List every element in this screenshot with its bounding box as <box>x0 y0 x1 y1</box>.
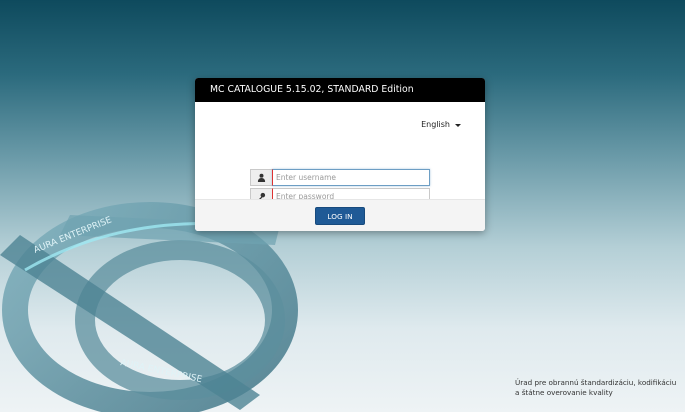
dialog-title: MC CATALOGUE 5.15.02, STANDARD Edition <box>195 78 485 102</box>
dialog-body: English <box>195 102 485 205</box>
caret-down-icon <box>455 123 461 127</box>
organization-line-2: a štátne overovanie kvality <box>515 388 613 397</box>
language-label: English <box>421 120 450 129</box>
dialog-footer: LOG IN <box>195 199 485 231</box>
organization-line-1: Úrad pre obrannú štandardizáciu, kodifik… <box>515 378 677 387</box>
username-input[interactable] <box>272 169 430 186</box>
language-selector[interactable]: English <box>421 120 461 129</box>
login-button[interactable]: LOG IN <box>315 207 365 225</box>
login-dialog: MC CATALOGUE 5.15.02, STANDARD Edition E… <box>195 78 485 231</box>
username-field <box>250 169 430 186</box>
user-icon <box>250 169 272 186</box>
organization-text: Úrad pre obrannú štandardizáciu, kodifik… <box>515 378 680 398</box>
